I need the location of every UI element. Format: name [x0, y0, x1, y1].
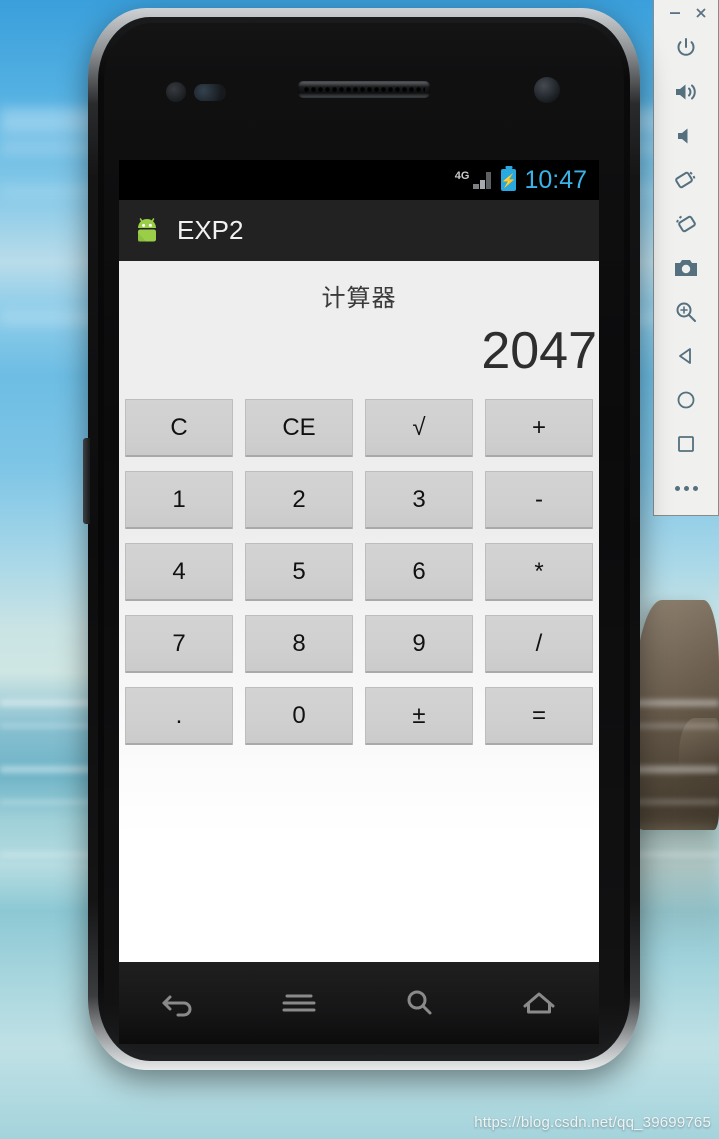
power-icon[interactable]	[654, 26, 718, 70]
overview-icon[interactable]	[654, 422, 718, 466]
volume-rocker-button[interactable]	[83, 438, 90, 524]
key-6[interactable]: 6	[365, 543, 473, 601]
more-icon[interactable]	[654, 466, 718, 510]
battery-bolt-icon: ⚡	[500, 172, 518, 188]
key-plus[interactable]: +	[485, 399, 593, 457]
app-title: EXP2	[177, 215, 244, 245]
key-plus-minus[interactable]: ±	[365, 687, 473, 745]
screenshot-root: 4G ⚡ 10:47 EXP2 计算器 2047 C CE √ + 1 2 3 …	[0, 0, 719, 1139]
key-4[interactable]: 4	[125, 543, 233, 601]
calculator-body: 计算器 2047 C CE √ +1 2 3- 4 5 6 * 7 8 9/. 0 ± =	[119, 261, 599, 962]
rotate-left-icon[interactable]	[654, 158, 718, 202]
network-type-label: 4G	[454, 170, 470, 182]
home-icon[interactable]	[654, 378, 718, 422]
key-minus[interactable]: -	[485, 471, 593, 529]
key-clear[interactable]: C	[125, 399, 233, 457]
nav-menu-icon[interactable]	[267, 979, 331, 1027]
key-8[interactable]: 8	[245, 615, 353, 673]
key-1[interactable]: 1	[125, 471, 233, 529]
battery-charging-icon: ⚡	[500, 169, 518, 191]
key-5[interactable]: 5	[245, 543, 353, 601]
earpiece-speaker	[298, 81, 430, 98]
key-7[interactable]: 7	[125, 615, 233, 673]
light-sensor-icon	[194, 84, 226, 101]
system-navigation-bar	[119, 962, 599, 1044]
android-robot-icon	[138, 217, 156, 241]
key-3[interactable]: 3	[365, 471, 473, 529]
status-bar: 4G ⚡ 10:47	[119, 160, 599, 200]
signal-bars-icon	[473, 172, 492, 189]
signal-indicator: 4G	[455, 169, 494, 191]
key-divide[interactable]: /	[485, 615, 593, 673]
nav-search-icon[interactable]	[387, 979, 451, 1027]
zoom-icon[interactable]	[654, 290, 718, 334]
window-controls	[654, 0, 718, 26]
key-clear-entry[interactable]: CE	[245, 399, 353, 457]
key-decimal[interactable]: .	[125, 687, 233, 745]
key-2[interactable]: 2	[245, 471, 353, 529]
key-equals[interactable]: =	[485, 687, 593, 745]
key-multiply[interactable]: *	[485, 543, 593, 601]
close-icon[interactable]	[694, 6, 708, 20]
android-screen: 4G ⚡ 10:47 EXP2 计算器 2047 C CE √ + 1 2 3 …	[119, 160, 599, 962]
emulator-toolbar	[653, 0, 719, 516]
volume-up-icon[interactable]	[654, 70, 718, 114]
proximity-sensor-icon	[166, 82, 186, 102]
key-0[interactable]: 0	[245, 687, 353, 745]
camera-icon[interactable]	[654, 246, 718, 290]
nav-back-icon[interactable]	[147, 979, 211, 1027]
calculator-keypad: C CE √ +1 2 3- 4 5 6 * 7 8 9/. 0 ± =	[119, 377, 599, 745]
status-clock: 10:47	[524, 165, 587, 194]
back-icon[interactable]	[654, 334, 718, 378]
minimize-icon[interactable]	[668, 6, 682, 20]
front-camera-icon	[534, 77, 560, 103]
key-9[interactable]: 9	[365, 615, 473, 673]
rock-formation	[633, 600, 719, 830]
watermark-text: https://blog.csdn.net/qq_39699765	[474, 1114, 711, 1131]
action-bar: EXP2	[119, 200, 599, 261]
volume-down-icon[interactable]	[654, 114, 718, 158]
nav-home-icon[interactable]	[507, 979, 571, 1027]
calculator-heading: 计算器	[321, 285, 397, 312]
rotate-right-icon[interactable]	[654, 202, 718, 246]
calculator-display[interactable]: 2047	[119, 313, 599, 377]
key-sqrt[interactable]: √	[365, 399, 473, 457]
